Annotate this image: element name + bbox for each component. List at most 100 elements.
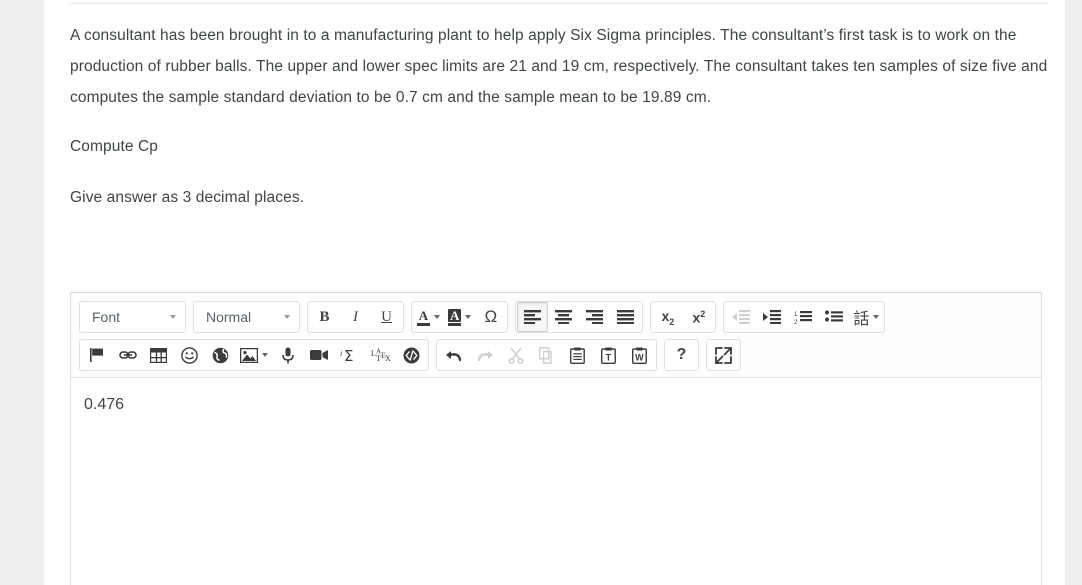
fullscreen-group (706, 339, 741, 371)
undo-icon (445, 350, 461, 361)
color-and-symbol-group: A A Ω (411, 301, 509, 333)
editor-content-area[interactable]: 0.476 (71, 378, 1041, 583)
indent-icon (762, 310, 781, 324)
cut-button[interactable] (500, 340, 531, 370)
globe-button[interactable] (205, 340, 236, 370)
link-icon (118, 351, 137, 359)
superscript-icon: x2 (692, 308, 706, 326)
underline-label: U (381, 308, 392, 325)
svg-text:i: i (340, 349, 342, 358)
video-button[interactable] (303, 340, 334, 370)
font-size-select[interactable]: Normal (193, 301, 300, 333)
align-right-button[interactable] (579, 302, 610, 332)
indent-list-group: 1 2 話 (723, 301, 886, 333)
numbered-list-button[interactable]: 1 2 (787, 302, 818, 332)
bulleted-list-button[interactable] (818, 302, 849, 332)
background-color-glyph: A (448, 307, 462, 323)
align-left-icon (524, 310, 542, 324)
cut-scissors-icon (507, 347, 524, 364)
text-color-icon: A (417, 309, 430, 326)
copy-button[interactable] (531, 340, 562, 370)
text-color-glyph: A (418, 307, 429, 323)
align-center-icon (555, 310, 573, 324)
paste-icon (570, 347, 585, 364)
subscript-button[interactable]: x2 (652, 302, 683, 332)
svg-text:Σ: Σ (344, 347, 353, 364)
fullscreen-button[interactable] (708, 340, 739, 370)
microphone-button[interactable] (272, 340, 303, 370)
microphone-icon (281, 347, 294, 363)
font-family-select-label: Font (92, 309, 121, 325)
latex-icon: L A T E X (371, 347, 391, 363)
chevron-down-icon (465, 315, 472, 319)
background-color-icon: A (448, 307, 462, 326)
outdent-button[interactable] (725, 302, 756, 332)
editor-toolbar: Font Normal B I U A A Ω x2 x2 1 2 話 i Σ … (71, 293, 1041, 378)
special-character-button[interactable]: Ω (475, 302, 506, 332)
numbered-list-icon: 1 2 (794, 311, 812, 324)
image-button[interactable] (236, 340, 272, 370)
indent-button[interactable] (756, 302, 787, 332)
math-button[interactable]: i Σ (334, 340, 365, 370)
svg-text:1: 1 (794, 312, 798, 318)
align-left-button[interactable] (517, 302, 549, 332)
top-divider (69, 3, 1049, 4)
align-justify-button[interactable] (610, 302, 641, 332)
underline-button[interactable]: U (371, 302, 402, 332)
svg-text:T: T (606, 352, 612, 362)
link-button[interactable] (112, 340, 143, 370)
language-button[interactable]: 話 (849, 302, 883, 332)
align-center-button[interactable] (548, 302, 579, 332)
paste-from-word-button[interactable]: W (624, 340, 655, 370)
paste-text-icon: T (601, 347, 616, 364)
italic-button[interactable]: I (340, 302, 371, 332)
source-code-icon (403, 347, 420, 363)
chevron-down-icon (873, 315, 880, 319)
table-button[interactable] (143, 340, 174, 370)
help-button[interactable]: ? (666, 340, 697, 370)
italic-label: I (353, 308, 358, 325)
rich-text-editor: Font Normal B I U A A Ω x2 x2 1 2 話 i Σ … (70, 292, 1042, 585)
insert-group: i Σ L A T E X (79, 339, 429, 371)
text-color-button[interactable]: A (413, 302, 444, 332)
font-size-select-label: Normal (206, 309, 252, 325)
align-right-icon (586, 310, 604, 324)
background-color-button[interactable]: A (444, 302, 475, 332)
flag-icon (89, 348, 103, 362)
bold-label: B (319, 308, 330, 325)
redo-icon (477, 350, 493, 361)
emoji-button[interactable] (174, 340, 205, 370)
latex-button[interactable]: L A T E X (365, 340, 396, 370)
question-paragraph-1: A consultant has been brought in to a ma… (70, 27, 1048, 106)
question-body: A consultant has been brought in to a ma… (70, 20, 1050, 231)
redo-button[interactable] (469, 340, 500, 370)
image-icon (240, 347, 258, 363)
flag-button[interactable] (81, 340, 112, 370)
bold-button[interactable]: B (309, 302, 340, 332)
script-group: x2 x2 (650, 301, 717, 333)
outdent-icon (731, 310, 750, 324)
copy-icon (538, 346, 552, 364)
toolbar-row-2: i Σ L A T E X T W ? (79, 337, 1033, 373)
chevron-down-icon (262, 353, 268, 357)
chevron-down-icon (284, 315, 290, 319)
question-paragraph-2: Compute Cp (70, 138, 159, 155)
math-sigma-icon: i Σ (340, 347, 353, 364)
paste-word-icon: W (632, 347, 647, 364)
font-family-select[interactable]: Font (79, 301, 186, 333)
toolbar-row-1: Font Normal B I U A A Ω x2 x2 1 2 話 (79, 299, 1033, 335)
clipboard-group: T W (436, 339, 657, 371)
language-icon: 話 (853, 309, 870, 328)
alignment-group (515, 301, 644, 333)
bulleted-list-icon (824, 310, 843, 322)
svg-text:X: X (385, 354, 391, 363)
undo-button[interactable] (438, 340, 469, 370)
paste-as-text-button[interactable]: T (593, 340, 624, 370)
source-code-button[interactable] (396, 340, 427, 370)
chevron-down-icon (434, 315, 440, 319)
superscript-button[interactable]: x2 (683, 302, 714, 332)
chevron-down-icon (170, 315, 176, 319)
paste-button[interactable] (562, 340, 593, 370)
page-root: A consultant has been brought in to a ma… (0, 0, 1082, 585)
svg-text:W: W (635, 352, 644, 362)
